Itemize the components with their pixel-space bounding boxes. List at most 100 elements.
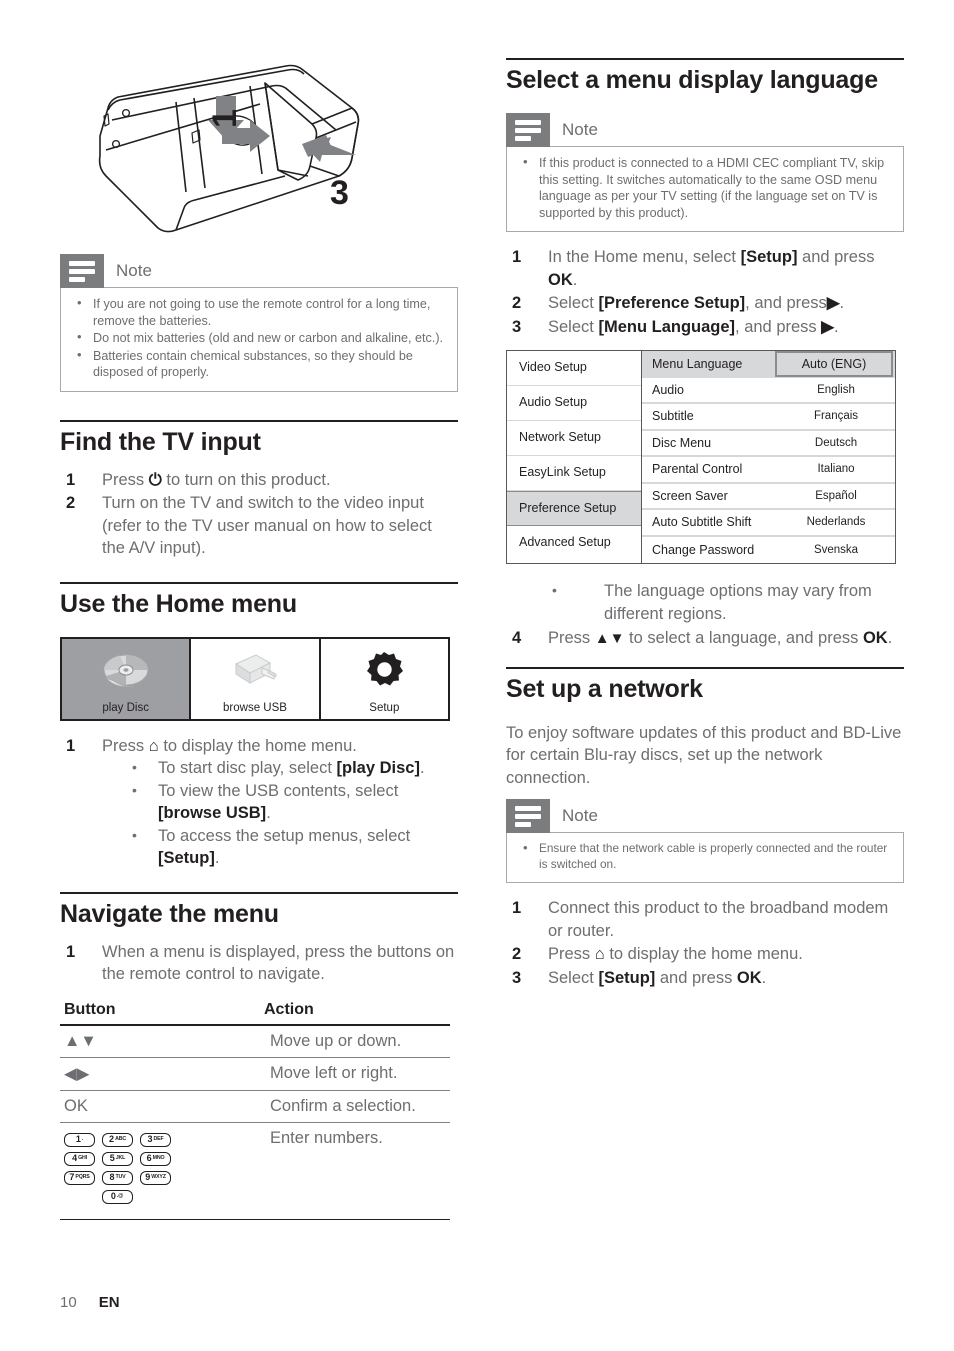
step-pre: Press <box>548 629 595 647</box>
step-pre: Select <box>548 968 599 987</box>
home-tile-play-disc[interactable]: play Disc <box>62 638 192 719</box>
key-0: 0 .@ <box>101 1189 133 1204</box>
setup-row-audio[interactable]: Audio English <box>642 378 895 404</box>
action-text: Confirm a selection. <box>260 1090 450 1123</box>
setup-option-value[interactable]: Nederlands <box>777 516 895 528</box>
setup-option-name: Subtitle <box>652 409 694 424</box>
table-row: OK Confirm a selection. <box>60 1090 450 1123</box>
section-use-home-menu: Use the Home menu play Disc browse USB S… <box>60 581 458 870</box>
setup-category-preference[interactable]: Preference Setup <box>507 491 641 526</box>
note-item: Ensure that the network cable is properl… <box>515 840 893 872</box>
step-item: 2 Press ⌂ to display the home menu. <box>506 943 904 966</box>
step-post: . <box>761 968 767 987</box>
setup-row-change-password[interactable]: Change Password Svenska <box>642 537 895 564</box>
step-number: 2 <box>66 494 76 512</box>
sub-bullet: To view the USB contents, select [browse… <box>102 779 458 825</box>
setup-menu-screenshot: Video Setup Audio Setup Network Setup Ea… <box>506 350 896 564</box>
step-mid: , and press <box>735 317 822 336</box>
setup-option-name: Auto Subtitle Shift <box>652 515 752 530</box>
setup-category-advanced[interactable]: Advanced Setup <box>507 526 641 561</box>
setup-option-name: Disc Menu <box>652 435 712 450</box>
bullet-pre: To view the USB contents, select <box>158 781 399 800</box>
setup-category-video[interactable]: Video Setup <box>507 351 641 386</box>
table-header-row: Button Action <box>60 997 450 1026</box>
section-heading: Navigate the menu <box>60 891 458 937</box>
right-column: Select a menu display language Note If t… <box>506 58 904 990</box>
setup-option-name: Audio <box>652 382 684 397</box>
note-icon <box>506 113 550 147</box>
home-tile-browse-usb[interactable]: browse USB <box>191 638 321 719</box>
keypad-row: 7 PQRS 8 TUV 9 WXYZ <box>64 1170 260 1185</box>
note-item: Batteries contain chemical substances, s… <box>69 347 447 381</box>
setup-option-value[interactable]: Svenska <box>777 544 895 556</box>
setup-category-network[interactable]: Network Setup <box>507 421 641 456</box>
keypad-row: 0 .@ <box>64 1189 170 1204</box>
step-number: 2 <box>512 294 522 312</box>
right-arrow-icon: ▶ <box>821 317 834 336</box>
step-post: to display the home menu. <box>604 945 803 963</box>
bullet-pre: To access the setup menus, select <box>158 826 411 845</box>
language-step4: 4 Press ▲▼ to select a language, and pres… <box>506 627 904 651</box>
setup-option-list: Menu Language Auto (ENG) Audio English S… <box>642 351 895 563</box>
setup-row-menu-language[interactable]: Menu Language Auto (ENG) <box>642 351 895 378</box>
table-row: ▲▼ Move up or down. <box>60 1024 450 1058</box>
language-region-bullet: The language options may vary from diffe… <box>506 579 904 625</box>
step-mid: and press <box>797 248 875 266</box>
step-number: 1 <box>66 470 76 489</box>
key-9: 9 WXYZ <box>140 1170 171 1185</box>
setup-option-value[interactable]: English <box>777 384 895 396</box>
key-6: 6 MNO <box>140 1151 171 1166</box>
note-title: Note <box>562 806 598 825</box>
left-column: Note If you are not going to use the rem… <box>60 244 458 1220</box>
setup-option-name: Parental Control <box>652 462 743 477</box>
section-heading: Use the Home menu <box>60 581 458 627</box>
note-header: Note <box>506 113 904 147</box>
home-icon: ⌂ <box>594 945 605 963</box>
setup-option-value[interactable]: Deutsch <box>777 437 895 449</box>
note-item: If you are not going to use the remote c… <box>69 295 447 329</box>
setup-category-audio[interactable]: Audio Setup <box>507 386 641 421</box>
page-language-code: EN <box>98 1294 120 1311</box>
callout-label-3: 3 <box>330 174 349 212</box>
setup-row-screen-saver[interactable]: Screen Saver Español <box>642 484 895 510</box>
setup-row-disc-menu[interactable]: Disc Menu Deutsch <box>642 431 895 457</box>
home-tile-setup[interactable]: Setup <box>320 638 448 719</box>
step-item: 2 Select [Preference Setup], and press▶. <box>506 292 904 315</box>
step-item: 3 Select [Setup] and press OK. <box>506 967 904 990</box>
network-intro-text: To enjoy software updates of this produc… <box>506 723 902 787</box>
page-number: 10 <box>60 1294 77 1311</box>
table-row: 1. 2 ABC 3 DEF 4 GHI 5 JKL 6 MNO 7 PQRS … <box>60 1122 450 1220</box>
step-item: 1 In the Home menu, select [Setup] and pr… <box>506 246 904 291</box>
manual-page: 1 3 Note If you are not going to use the… <box>0 0 954 1351</box>
step-number: 2 <box>512 945 522 963</box>
usb-icon <box>228 639 282 702</box>
setup-row-parental-control[interactable]: Parental Control Italiano <box>642 457 895 484</box>
setup-row-auto-subtitle-shift[interactable]: Auto Subtitle Shift Nederlands <box>642 510 895 537</box>
bullet-bold: [play Disc] <box>336 759 420 777</box>
setup-option-value[interactable]: Français <box>777 410 895 422</box>
setup-option-value[interactable]: Español <box>777 490 895 502</box>
setup-category-easylink[interactable]: EasyLink Setup <box>507 456 641 491</box>
home-menu-steps: 1 Press ⌂ to display the home menu. To st… <box>60 735 458 870</box>
setup-option-value-selected[interactable]: Auto (ENG) <box>775 351 893 378</box>
note-icon <box>60 254 104 288</box>
step-mid: to select a language, and press <box>624 629 863 647</box>
note-box-hdmi-cec: Note If this product is connected to a H… <box>506 113 904 232</box>
step-text-after: to display the home menu. <box>158 736 357 755</box>
power-icon: ⏻ <box>148 470 162 489</box>
setup-option-value[interactable]: Italiano <box>777 463 895 475</box>
setup-row-subtitle[interactable]: Subtitle Français <box>642 404 895 431</box>
note-header: Note <box>60 254 458 288</box>
note-body: If you are not going to use the remote c… <box>60 287 458 392</box>
table-row: ◀▶ Move left or right. <box>60 1057 450 1091</box>
step-pre: Press <box>548 945 595 963</box>
step-item: 1 Connect this product to the broadband m… <box>506 897 904 942</box>
step-text-before: Press <box>102 736 149 755</box>
key-1: 1. <box>64 1132 95 1147</box>
note-body: If this product is connected to a HDMI C… <box>506 146 904 232</box>
step-number: 1 <box>66 942 76 961</box>
key-7: 7 PQRS <box>64 1170 95 1185</box>
callout-label-1: 1 <box>206 109 244 128</box>
home-tile-label: Setup <box>369 701 400 714</box>
key-4: 4 GHI <box>64 1151 95 1166</box>
